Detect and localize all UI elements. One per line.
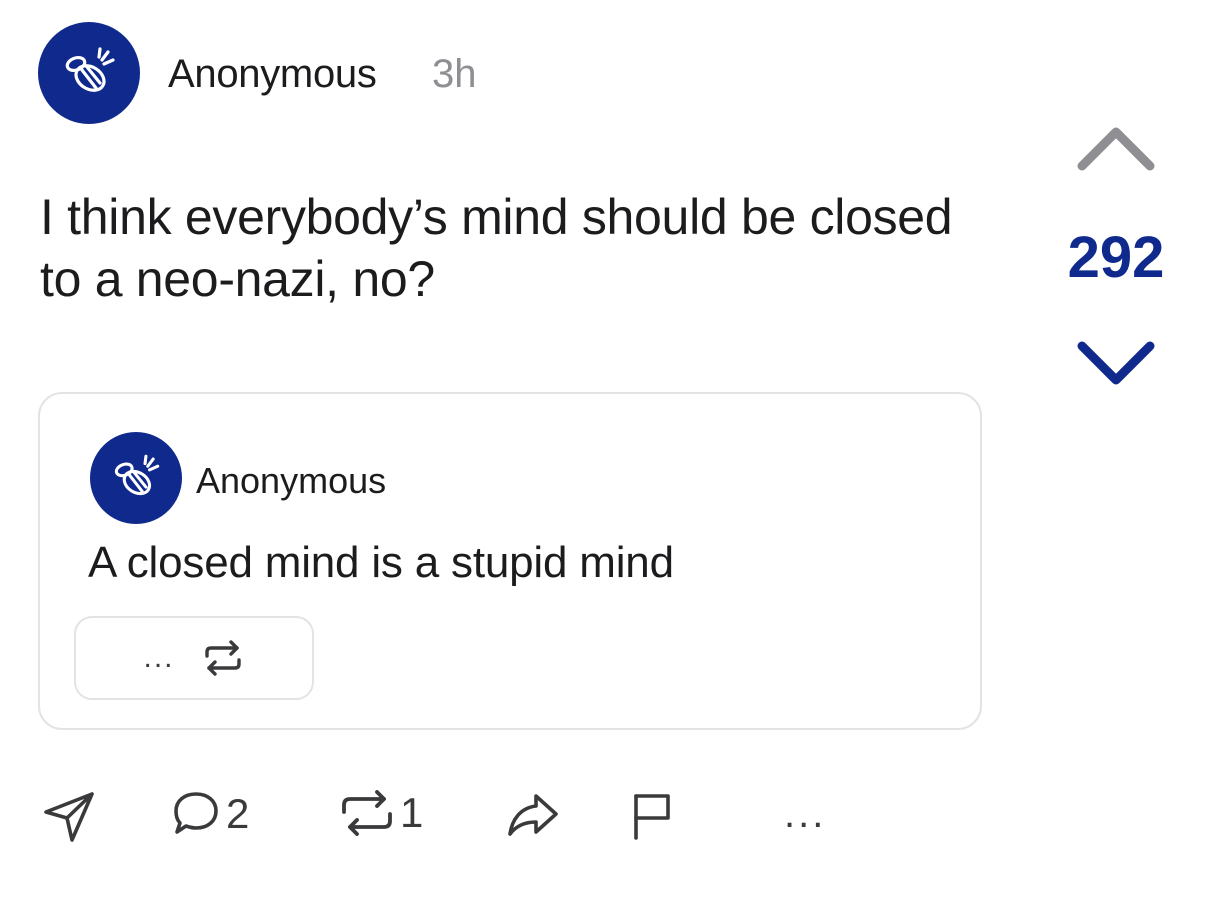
- repost-button[interactable]: 1: [338, 788, 423, 838]
- send-button[interactable]: [40, 788, 98, 844]
- quoted-author-avatar[interactable]: [90, 432, 182, 524]
- flag-button[interactable]: [626, 788, 678, 844]
- author-name[interactable]: Anonymous: [168, 52, 377, 97]
- comment-icon: [174, 792, 218, 834]
- quoted-post-card[interactable]: Anonymous A closed mind is a stupid mind…: [38, 392, 982, 730]
- post-timestamp: 3h: [432, 52, 477, 96]
- bee-icon: [65, 47, 115, 92]
- share-button[interactable]: [504, 788, 562, 840]
- quoted-action-box: ...: [74, 616, 314, 700]
- more-options-button[interactable]: ...: [784, 792, 826, 837]
- upvote-chevron-icon[interactable]: [1074, 120, 1158, 174]
- flag-icon: [634, 794, 670, 840]
- downvote-chevron-icon[interactable]: [1074, 336, 1158, 390]
- quoted-author-name[interactable]: Anonymous: [196, 460, 386, 502]
- repost-count: 1: [400, 789, 424, 836]
- comment-button[interactable]: 2: [170, 788, 249, 840]
- repost-icon[interactable]: [201, 640, 245, 676]
- post-text: I think everybody’s mind should be close…: [40, 189, 953, 307]
- share-icon: [508, 794, 558, 836]
- comment-count: 2: [226, 790, 250, 837]
- send-icon: [44, 792, 94, 842]
- quoted-post-text: A closed mind is a stupid mind: [88, 538, 674, 587]
- author-avatar[interactable]: [38, 22, 140, 124]
- post-card: Anonymous 3h I think everybody’s mind sh…: [0, 0, 1206, 904]
- repost-icon: [342, 790, 392, 836]
- quoted-more-button[interactable]: ...: [143, 643, 174, 673]
- vote-count: 292: [1067, 225, 1165, 290]
- bee-icon: [114, 454, 160, 496]
